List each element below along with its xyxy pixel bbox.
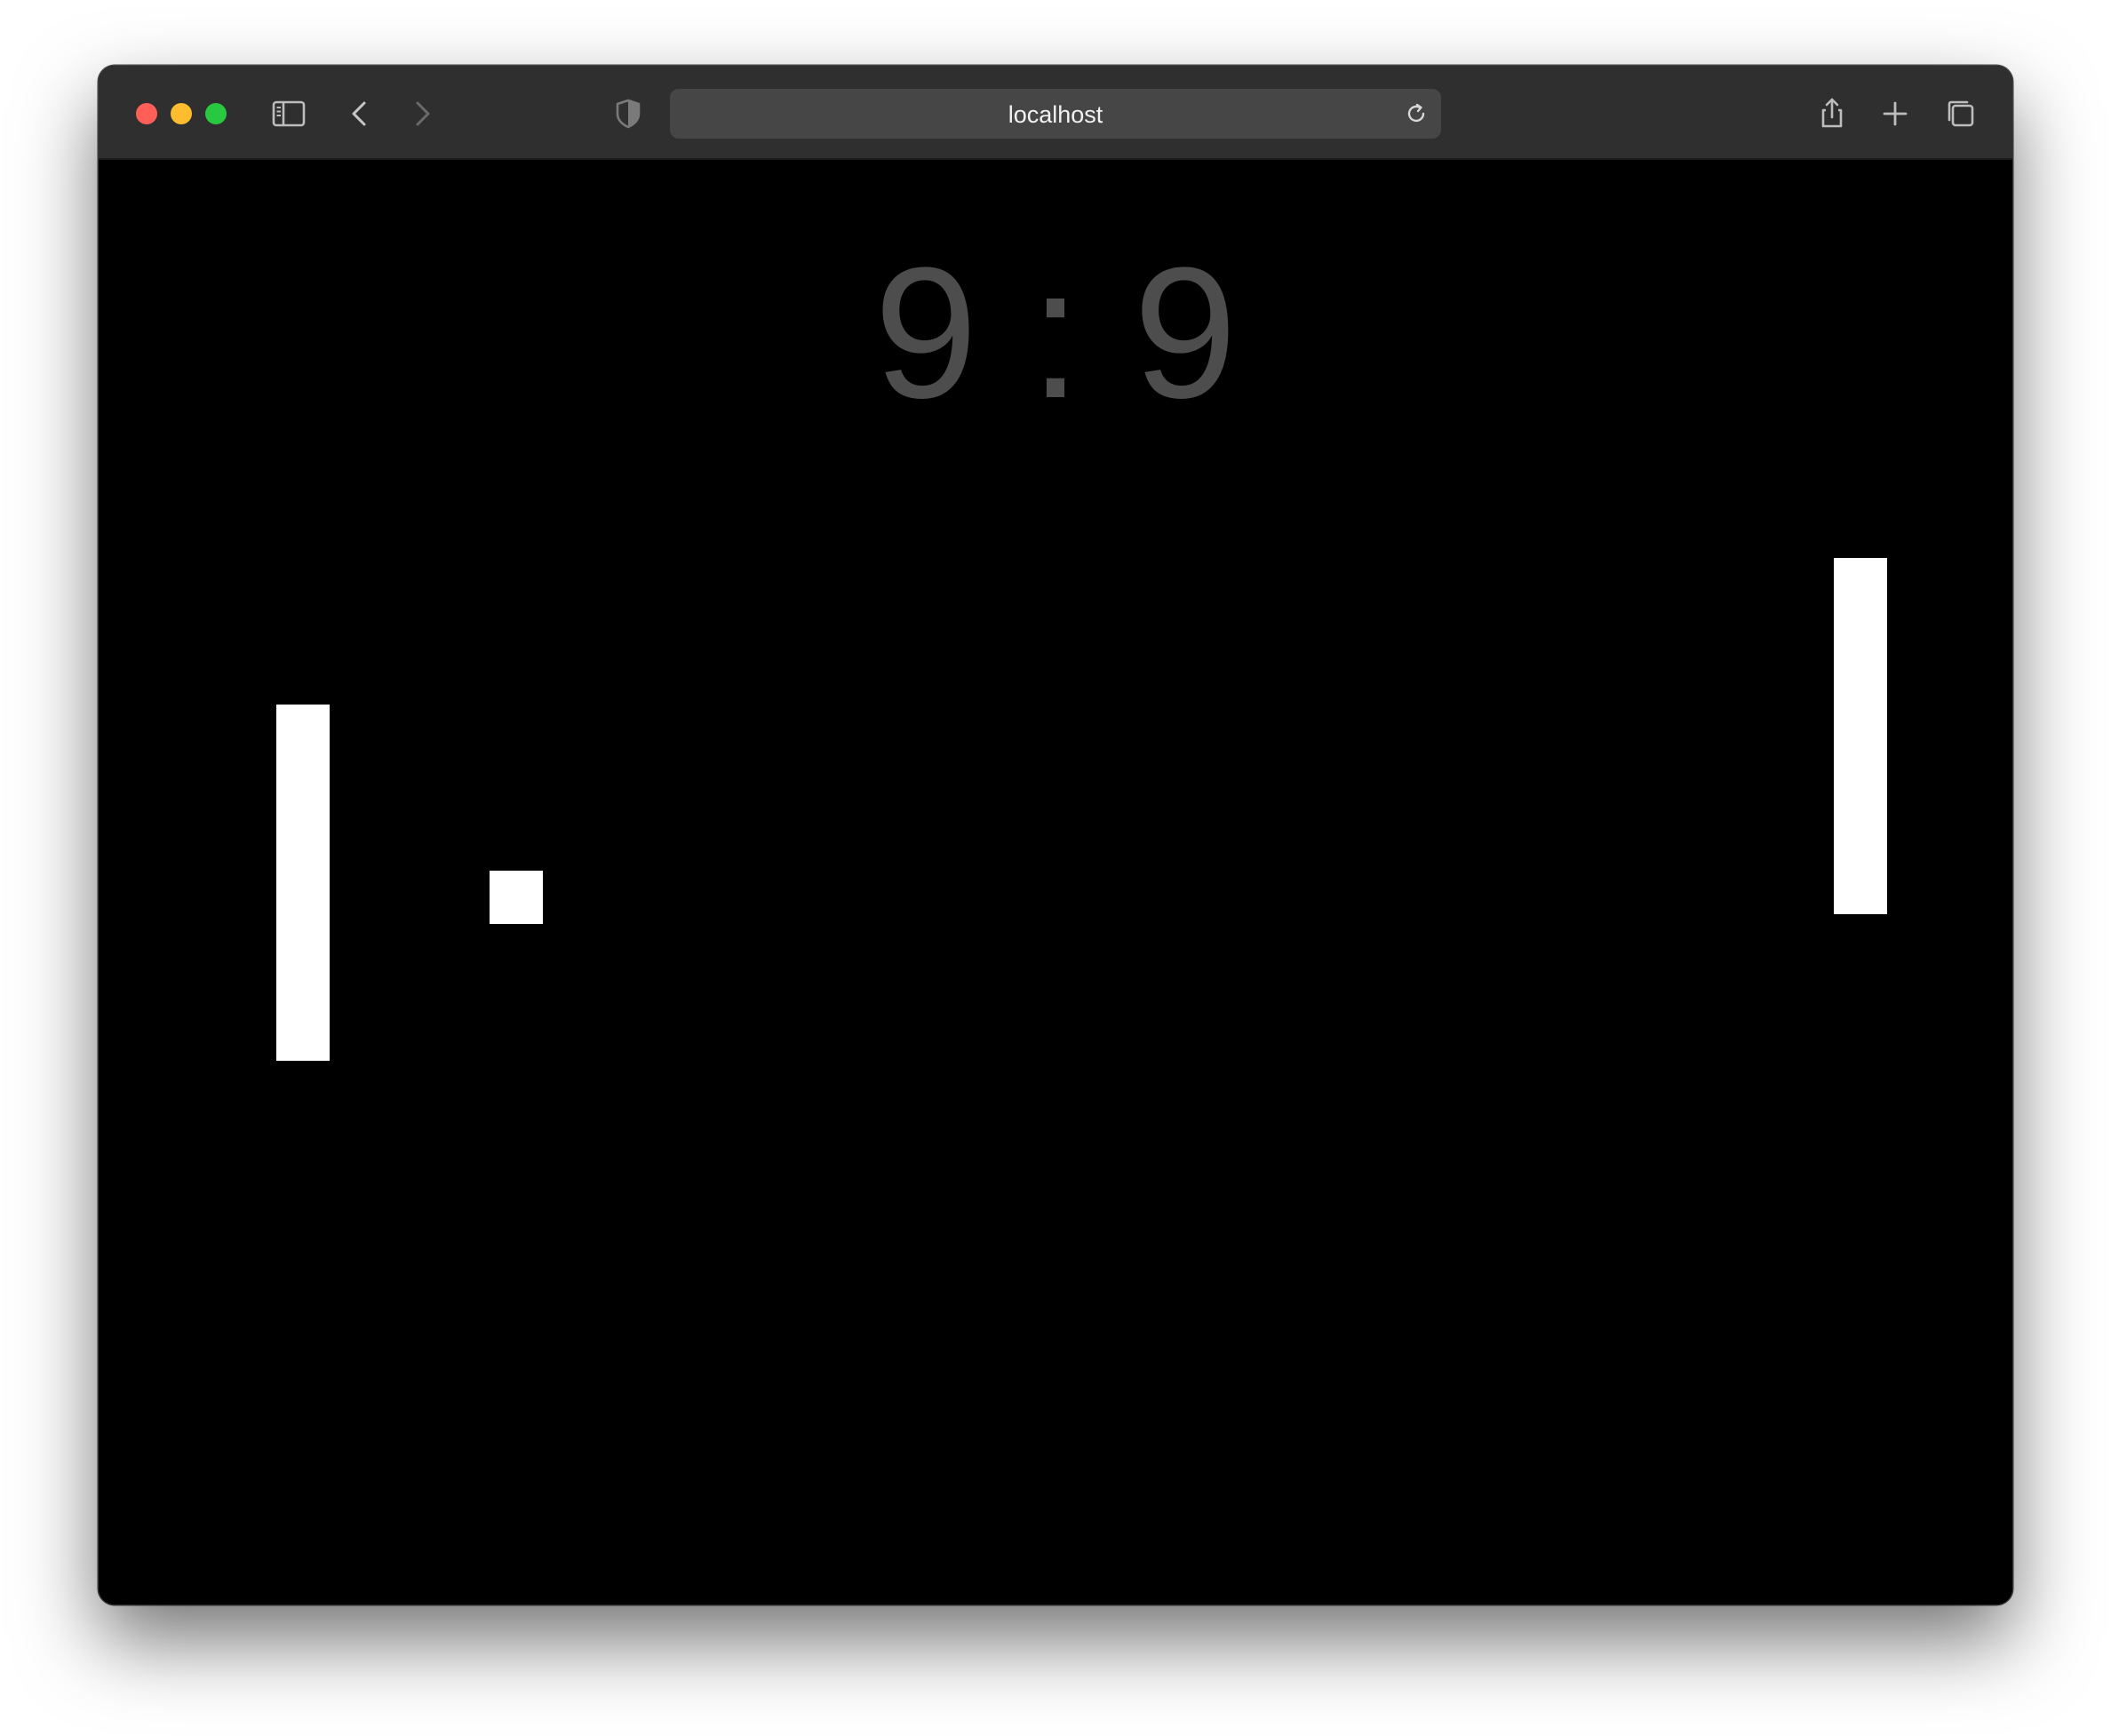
maximize-window-button[interactable]	[205, 103, 227, 124]
ball	[490, 871, 543, 924]
chevron-right-icon[interactable]	[401, 92, 443, 135]
minimize-window-button[interactable]	[171, 103, 192, 124]
left-score: 9	[873, 228, 978, 437]
address-bar[interactable]: localhost	[670, 89, 1441, 139]
tabs-icon[interactable]	[1940, 92, 1982, 135]
plus-icon[interactable]	[1874, 92, 1916, 135]
browser-window: localhost 9: 9	[99, 66, 2012, 1605]
right-paddle	[1834, 558, 1887, 914]
left-paddle	[276, 705, 330, 1061]
sidebar-icon[interactable]	[267, 92, 310, 135]
chevron-left-icon[interactable]	[339, 92, 381, 135]
share-icon[interactable]	[1811, 92, 1853, 135]
close-window-button[interactable]	[136, 103, 157, 124]
shield-icon[interactable]	[607, 92, 649, 135]
scoreboard: 9 : 9	[99, 240, 2012, 426]
url-text: localhost	[1008, 101, 1103, 128]
reload-icon[interactable]	[1400, 98, 1432, 130]
browser-toolbar: localhost	[99, 66, 2012, 160]
score-separator: :	[1029, 228, 1082, 437]
pong-game-canvas[interactable]: 9 : 9	[99, 160, 2012, 1605]
right-score: 9	[1133, 228, 1238, 437]
